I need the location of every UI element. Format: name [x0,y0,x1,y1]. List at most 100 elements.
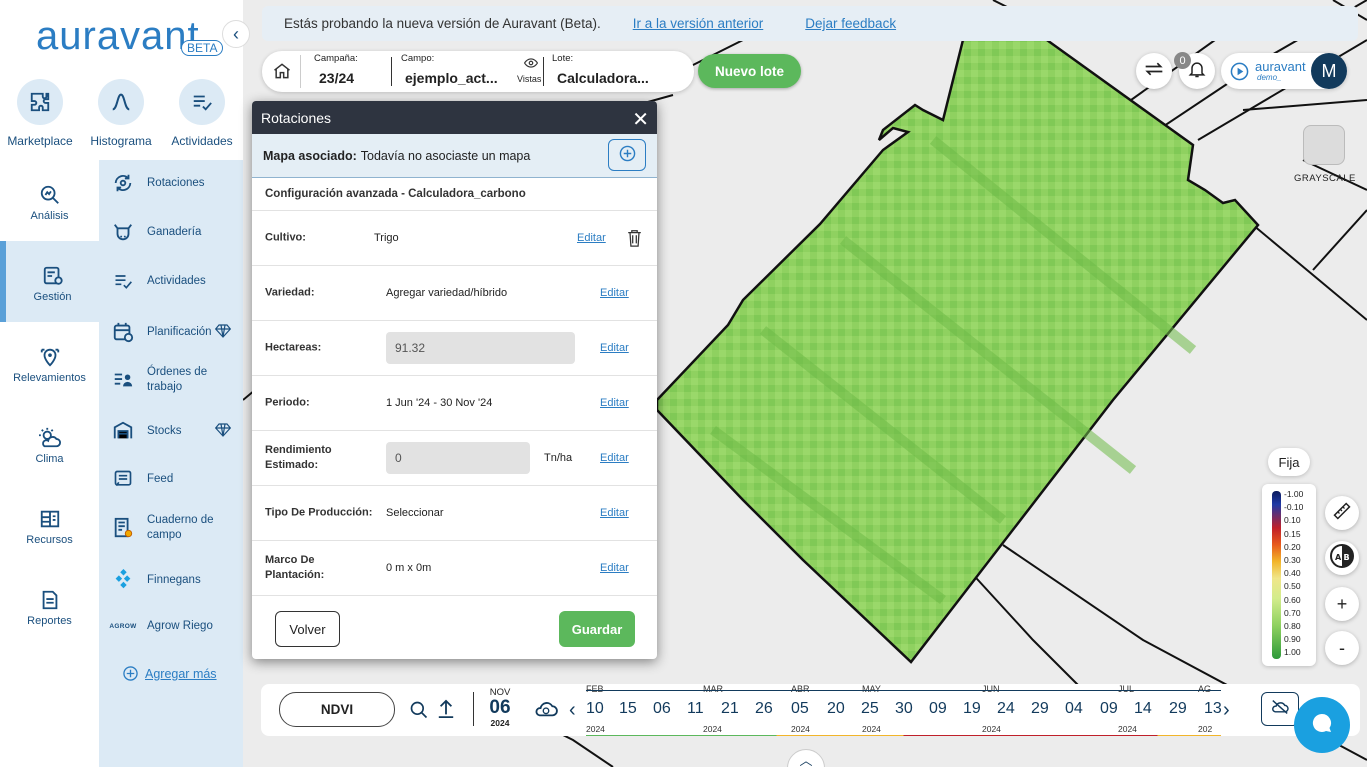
timeline-day[interactable]: 05 [791,700,809,718]
work-order-icon [99,369,147,391]
nav-item-relevamientos[interactable]: Relevamientos [0,322,99,403]
timeline-day[interactable]: 04 [1065,700,1083,718]
user-avatar[interactable]: M [1311,53,1347,89]
hectareas-input[interactable]: 91.32 [386,332,575,364]
unit-label: Tn/ha [544,452,573,464]
nuevo-lote-button[interactable]: Nuevo lote [698,54,801,88]
ruler-button[interactable] [1325,496,1359,530]
field-label: Rendimiento Estimado: [265,444,332,471]
timeline-day[interactable]: 14 [1134,700,1152,718]
sub-item-agrow[interactable]: AGROW Agrow Riego [99,619,243,634]
guardar-button[interactable]: Guardar [559,611,635,647]
trash-icon[interactable] [627,229,642,250]
sub-item-actividades[interactable]: Actividades [99,271,243,291]
edit-link[interactable]: Editar [600,507,629,519]
timeline-day[interactable]: 09 [929,700,947,718]
upload-icon[interactable] [437,698,455,725]
search-icon[interactable] [409,700,429,725]
timeline-day[interactable]: 24 [997,700,1015,718]
timeline-day[interactable]: 06 [653,700,671,718]
timeline-days[interactable]: 10 15 06 11 21 26 05 20 25 30 09 19 24 29 04 09 14 29 13 FE… [586,684,1221,736]
timeline-day[interactable]: 29 [1031,700,1049,718]
campo-value[interactable]: ejemplo_act... [405,70,498,86]
quick-actividades[interactable]: Actividades [162,79,242,148]
edit-link[interactable]: Editar [600,287,629,299]
timeline-day[interactable]: 29 [1169,700,1187,718]
edit-link[interactable]: Editar [600,562,629,574]
legend-tick: -0.10 [1284,502,1304,513]
timeline-month: MAR [703,684,723,694]
ndvi-legend: -1.00 -0.10 0.10 0.15 0.20 0.30 0.40 0.50 0.60 0.… [1262,484,1316,666]
chat-support-button[interactable] [1294,697,1350,753]
chat-bubble-icon [1310,711,1334,740]
timeline-day[interactable]: 15 [619,700,637,718]
timeline-next-chevron-icon[interactable]: › [1223,699,1230,722]
timeline-prev-chevron-icon[interactable]: ‹ [569,699,576,722]
index-selector[interactable]: NDVI [279,692,395,727]
nav-item-reportes[interactable]: Reportes [0,565,99,646]
timeline-day[interactable]: 30 [895,700,913,718]
sub-item-feed[interactable]: Feed [99,469,243,489]
legend-mode-button[interactable]: Fija [1268,448,1310,476]
home-icon[interactable] [272,61,292,86]
field-marco-plantacion: Marco De Plantación: 0 m x 0m Editar [252,541,657,596]
zoom-out-button[interactable]: - [1325,631,1359,665]
field-value[interactable]: Seleccionar [386,507,443,519]
feedback-link[interactable]: Dejar feedback [805,16,896,31]
timeline-day[interactable]: 19 [963,700,981,718]
field-value[interactable]: Agregar variedad/híbrido [386,287,507,299]
sub-item-finnegans[interactable]: Finnegans [99,569,243,591]
add-map-button[interactable] [608,139,646,171]
timeline-day[interactable]: 25 [861,700,879,718]
close-icon[interactable]: ✕ [632,107,649,132]
quick-histograma[interactable]: Histograma [81,79,161,148]
nav-item-clima[interactable]: Clima [0,403,99,484]
legend-tick: 0.10 [1284,515,1301,526]
previous-version-link[interactable]: Ir a la versión anterior [633,16,764,31]
swap-arrows-button[interactable] [1136,53,1172,89]
cloud-filter-icon[interactable] [533,699,559,724]
lote-label: Lote: [552,53,574,64]
compare-ab-button[interactable]: AB [1325,541,1359,575]
field-value: Trigo [374,232,399,244]
quick-marketplace[interactable]: Marketplace [0,79,80,148]
timeline-day[interactable]: 13 [1204,700,1221,718]
selected-date: NOV 06 2024 [488,687,512,728]
vistas-label[interactable]: Vistas [517,74,541,84]
svg-text:A: A [1335,553,1342,562]
collapse-sidebar-button[interactable]: ‹ [222,20,250,48]
auravant-logo: auravant [36,14,200,58]
rendimiento-input[interactable]: 0 [386,442,530,474]
edit-link[interactable]: Editar [600,452,629,464]
legend-color-bar [1272,491,1281,659]
sub-item-cuaderno[interactable]: Cuaderno de campo [99,513,243,543]
nav-item-recursos[interactable]: Recursos [0,484,99,565]
sub-item-ganaderia[interactable]: Ganadería [99,221,243,243]
edit-link[interactable]: Editar [577,232,606,244]
notification-count-badge: 0 [1174,52,1191,69]
edit-link[interactable]: Editar [600,342,629,354]
timeline-day[interactable]: 20 [827,700,845,718]
eye-icon[interactable] [523,56,539,74]
nav-item-gestion[interactable]: Gestión [0,241,99,322]
sub-item-stocks[interactable]: Stocks [99,420,243,442]
sub-item-planificacion[interactable]: Planificación [99,321,243,343]
warehouse-icon [99,420,147,442]
zoom-in-button[interactable]: + [1325,587,1359,621]
grayscale-basemap-toggle[interactable]: GRAYSCALE [1294,125,1355,184]
lote-value[interactable]: Calculadora... [557,70,649,86]
agregar-mas-link[interactable]: Agregar más [123,666,217,681]
management-icon [42,261,64,291]
edit-link[interactable]: Editar [600,397,629,409]
timeline-day[interactable]: 09 [1100,700,1118,718]
sub-item-ordenes[interactable]: Órdenes de trabajo [99,365,243,395]
volver-button[interactable]: Volver [275,611,340,647]
sub-item-rotaciones[interactable]: Rotaciones [99,172,243,194]
timeline-day[interactable]: 26 [755,700,773,718]
timeline-day[interactable]: 21 [721,700,739,718]
timeline-day[interactable]: 10 [586,700,604,718]
timeline-day[interactable]: 11 [687,700,704,718]
campana-value[interactable]: 23/24 [319,70,354,86]
nav-item-analisis[interactable]: Análisis [0,160,99,241]
field-lot-polygon[interactable] [655,28,1260,664]
